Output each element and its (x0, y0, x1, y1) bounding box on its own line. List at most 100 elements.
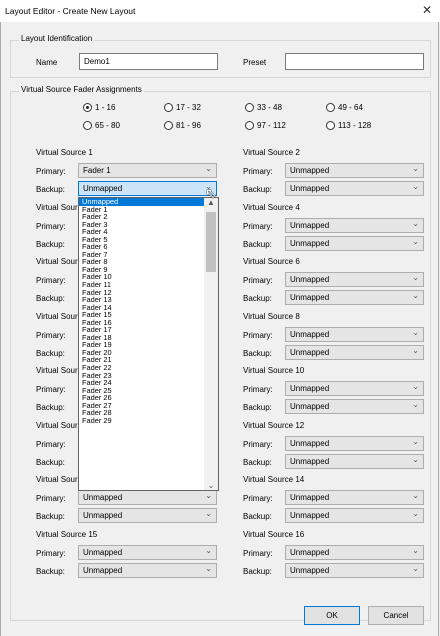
primary-label: Primary: (36, 548, 66, 558)
backup-select[interactable]: Unmapped ⌄ (78, 181, 217, 196)
primary-select[interactable]: Unmapped ⌄ (285, 217, 424, 233)
primary-value: Unmapped (83, 493, 123, 502)
backup-value: Unmapped (290, 511, 330, 520)
primary-label: Primary: (36, 385, 66, 394)
dropdown-item[interactable]: Fader 29 (79, 417, 204, 425)
primary-value: Unmapped (290, 220, 330, 230)
backup-label: Backup: (243, 239, 272, 249)
backup-label: Backup: (243, 294, 272, 303)
backup-label: Backup: (243, 403, 272, 412)
backup-select[interactable]: Unmapped ⌄ (285, 453, 424, 469)
range-radio-5[interactable]: 65 - 80 (83, 121, 120, 130)
primary-select[interactable]: Unmapped ⌄ (285, 435, 424, 451)
chevron-down-icon: ⌄ (412, 291, 419, 300)
scroll-thumb[interactable] (206, 212, 216, 272)
primary-label: Primary: (243, 385, 273, 394)
chevron-down-icon: ⌄ (412, 236, 419, 246)
virtual-source-title: Virtual Source 16 (243, 529, 305, 539)
range-label: 97 - 112 (257, 121, 286, 130)
chevron-down-icon: ⌄ (205, 545, 212, 555)
primary-value: Unmapped (290, 384, 330, 393)
range-radio-8[interactable]: 113 - 128 (326, 121, 371, 130)
backup-label: Backup: (243, 566, 272, 576)
name-input[interactable]: Demo1 (79, 53, 218, 70)
radio-circle-icon (164, 103, 173, 112)
backup-select[interactable]: Unmapped ⌄ (78, 508, 217, 523)
title-bar: Layout Editor - Create New Layout ✕ (0, 0, 440, 22)
primary-label: Primary: (36, 221, 66, 231)
scroll-down-icon[interactable]: ⌄ (204, 481, 218, 490)
virtual-source-title: Virtual Source 12 (243, 420, 305, 430)
primary-select[interactable]: Unmapped ⌄ (285, 163, 424, 178)
preset-input[interactable] (285, 53, 424, 70)
primary-select[interactable]: Unmapped ⌄ (78, 544, 217, 560)
chevron-down-icon: ⌄ (412, 400, 419, 409)
backup-value: Unmapped (290, 402, 330, 411)
chevron-down-icon: ⌄ (412, 545, 419, 555)
backup-select[interactable]: Unmapped ⌄ (285, 508, 424, 523)
backup-select[interactable]: Unmapped ⌄ (285, 344, 424, 360)
primary-label: Primary: (36, 167, 66, 176)
backup-select[interactable]: Unmapped ⌄ (78, 562, 217, 578)
chevron-down-icon: ⌄ (412, 491, 419, 500)
range-radio-6[interactable]: 81 - 96 (164, 121, 201, 130)
backup-label: Backup: (36, 185, 65, 194)
close-icon[interactable]: ✕ (422, 3, 432, 17)
radio-circle-icon (245, 103, 254, 112)
chevron-down-icon: ⌄ (205, 491, 212, 500)
virtual-source-title: Virtual Source 15 (36, 529, 98, 539)
backup-select[interactable]: Unmapped ⌄ (285, 399, 424, 414)
range-radio-3[interactable]: 33 - 48 (245, 103, 282, 112)
backup-value: Unmapped (290, 184, 330, 193)
primary-select[interactable]: Unmapped ⌄ (285, 490, 424, 505)
virtual-source-title: Virtual Source 10 (243, 366, 305, 375)
range-label: 65 - 80 (95, 121, 120, 130)
backup-value: Unmapped (290, 347, 330, 357)
primary-select[interactable]: Unmapped ⌄ (78, 490, 217, 505)
primary-label: Primary: (243, 221, 273, 231)
backup-select[interactable]: Unmapped ⌄ (285, 181, 424, 196)
range-radio-4[interactable]: 49 - 64 (326, 103, 363, 112)
chevron-down-icon: ⌄ (412, 327, 419, 337)
range-label: 113 - 128 (338, 121, 372, 130)
primary-label: Primary: (36, 494, 66, 503)
virtual-source-title: Virtual Source 2 (243, 148, 300, 157)
primary-value: Unmapped (290, 329, 330, 339)
backup-select[interactable]: Unmapped ⌄ (285, 235, 424, 251)
radio-circle-icon (83, 103, 92, 112)
fader-dropdown-list[interactable]: Unmapped Fader 1 Fader 2 Fader 3 Fader 4 Fade… (78, 197, 219, 491)
dropdown-scrollbar[interactable]: ▲ ⌄ (204, 198, 218, 490)
range-radio-2[interactable]: 17 - 32 (164, 103, 201, 112)
radio-circle-icon (326, 121, 335, 130)
chevron-down-icon: ⌄ (412, 218, 419, 228)
identification-group-label: Layout Identification (19, 34, 95, 43)
backup-select[interactable]: Unmapped ⌄ (285, 290, 424, 305)
primary-select[interactable]: Unmapped ⌄ (285, 272, 424, 287)
range-radio-7[interactable]: 97 - 112 (245, 121, 286, 130)
backup-label: Backup: (243, 457, 272, 467)
backup-label: Backup: (36, 348, 65, 358)
range-radio-1[interactable]: 1 - 16 (83, 103, 115, 112)
backup-label: Backup: (36, 566, 65, 576)
chevron-down-icon: ⌄ (205, 509, 212, 518)
primary-select[interactable]: Fader 1 ⌄ (78, 163, 217, 178)
virtual-source-title: Virtual Source 6 (243, 257, 300, 266)
primary-select[interactable]: Unmapped ⌄ (285, 326, 424, 342)
backup-select[interactable]: Unmapped ⌄ (285, 562, 424, 578)
range-label: 49 - 64 (338, 103, 363, 112)
ok-button[interactable]: OK (304, 606, 360, 625)
primary-label: Primary: (243, 439, 273, 449)
primary-value: Fader 1 (83, 166, 111, 175)
backup-label: Backup: (36, 239, 65, 249)
cancel-button[interactable]: Cancel (368, 606, 424, 625)
chevron-down-icon: ⌄ (412, 563, 419, 573)
backup-value: Unmapped (83, 511, 123, 520)
name-label: Name (36, 58, 58, 67)
range-label: 1 - 16 (95, 103, 116, 112)
primary-select[interactable]: Unmapped ⌄ (285, 544, 424, 560)
primary-value: Unmapped (290, 438, 330, 448)
virtual-source-title: Virtual Sour (36, 311, 78, 321)
primary-select[interactable]: Unmapped ⌄ (285, 381, 424, 396)
virtual-source-title: Virtual Sour (36, 420, 78, 430)
dropdown-items: Unmapped Fader 1 Fader 2 Fader 3 Fader 4 Fade… (79, 198, 204, 424)
